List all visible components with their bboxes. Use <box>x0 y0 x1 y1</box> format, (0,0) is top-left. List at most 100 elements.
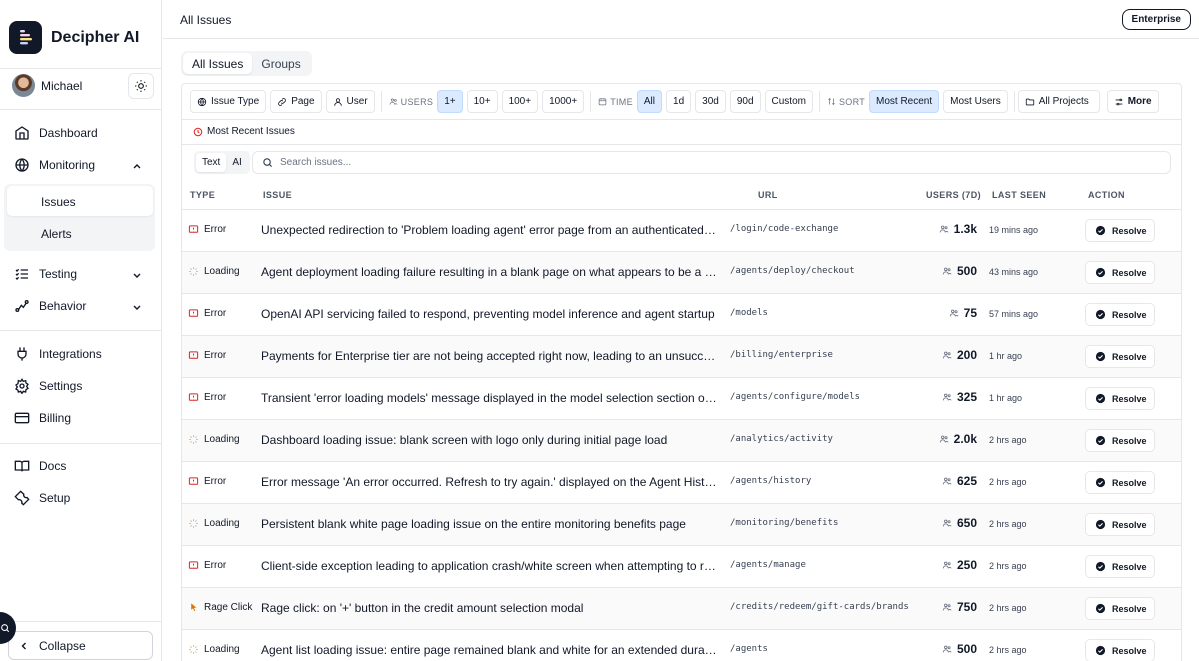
table-row[interactable]: Error Payments for Enterprise tier are no… <box>182 336 1181 378</box>
user-filter-button[interactable]: User <box>325 90 375 113</box>
chevron-down-icon[interactable] <box>132 302 142 312</box>
table-row[interactable]: Loading Agent list loading issue: entire … <box>182 630 1181 661</box>
search-box[interactable] <box>252 151 1171 174</box>
table-row[interactable]: Loading Dashboard loading issue: blank sc… <box>182 420 1181 462</box>
issue-title[interactable]: Payments for Enterprise tier are not bei… <box>261 349 717 363</box>
resolve-button[interactable]: Resolve <box>1085 345 1155 368</box>
nav-docs[interactable]: Docs <box>14 456 66 476</box>
chevron-up-icon[interactable] <box>132 161 142 171</box>
users-count: 250 <box>956 558 977 572</box>
issue-title[interactable]: Agent deployment loading failure resulti… <box>261 265 717 279</box>
tab-groups[interactable]: Groups <box>252 53 309 74</box>
card-icon <box>14 412 30 424</box>
resolve-button[interactable]: Resolve <box>1085 639 1155 661</box>
table-row[interactable]: Error Error message 'An error occurred. R… <box>182 462 1181 504</box>
plan-badge[interactable]: Enterprise <box>1121 9 1191 30</box>
resolve-button[interactable]: Resolve <box>1085 555 1155 578</box>
nav-monitoring[interactable]: Monitoring <box>14 155 95 175</box>
user-menu[interactable]: Michael <box>12 74 82 97</box>
issue-type-cell: Error <box>188 308 226 319</box>
time-option-all[interactable]: All <box>636 90 663 113</box>
table-row[interactable]: Loading Agent deployment loading failure … <box>182 252 1181 294</box>
gear-icon <box>15 378 29 394</box>
time-option-30d[interactable]: 30d <box>695 90 726 113</box>
nav-dashboard[interactable]: Dashboard <box>14 123 98 143</box>
issue-title[interactable]: Dashboard loading issue: blank screen wi… <box>261 433 717 447</box>
page-filter-button[interactable]: Page <box>270 90 322 113</box>
col-users-header[interactable]: USERS (7D) <box>926 190 981 200</box>
search-input[interactable] <box>280 157 1080 168</box>
issue-title[interactable]: Unexpected redirection to 'Problem loadi… <box>261 223 717 237</box>
chevron-down-icon[interactable] <box>132 270 142 280</box>
table-row[interactable]: Rage Click Rage click: on '+' button in t… <box>182 588 1181 630</box>
users-icon <box>942 603 952 611</box>
table-row[interactable]: Error Client-side exception leading to ap… <box>182 546 1181 588</box>
submenu-item-alerts[interactable]: Alerts <box>41 227 72 241</box>
users-option-10plus[interactable]: 10+ <box>466 90 498 113</box>
table-row[interactable]: Error OpenAI API servicing failed to resp… <box>182 294 1181 336</box>
col-issue-header[interactable]: ISSUE <box>263 190 292 200</box>
collapse-sidebar-button[interactable]: Collapse <box>8 631 153 660</box>
last-seen: 43 mins ago <box>989 267 1039 277</box>
users-icon <box>389 98 398 105</box>
table-row[interactable]: Error Transient 'error loading models' me… <box>182 378 1181 420</box>
table-row[interactable]: Error Unexpected redirection to 'Problem … <box>182 210 1181 252</box>
nav-setup[interactable]: Setup <box>14 488 70 508</box>
nav-billing[interactable]: Billing <box>14 408 71 428</box>
users-option-1000plus[interactable]: 1000+ <box>542 90 585 113</box>
tab-all-issues[interactable]: All Issues <box>183 53 253 74</box>
resolve-button[interactable]: Resolve <box>1085 597 1155 620</box>
col-last-seen-header[interactable]: LAST SEEN <box>992 190 1046 200</box>
check-circle-icon <box>1095 267 1106 278</box>
projects-label: All Projects <box>1038 96 1089 107</box>
projects-select[interactable]: All Projects <box>1017 90 1100 113</box>
nav-integrations[interactable]: Integrations <box>14 344 102 364</box>
theme-toggle-button[interactable] <box>128 73 154 99</box>
time-option-1d[interactable]: 1d <box>666 90 692 113</box>
time-option-custom[interactable]: Custom <box>764 90 813 113</box>
sort-icon <box>828 97 835 106</box>
collapse-label: Collapse <box>39 638 86 653</box>
last-seen: 1 hr ago <box>989 351 1023 361</box>
issue-type-filter-button[interactable]: Issue Type <box>190 90 267 113</box>
nav-settings[interactable]: Settings <box>14 376 82 396</box>
table-row[interactable]: Loading Persistent blank white page loadi… <box>182 504 1181 546</box>
search-mode-ai[interactable]: AI <box>226 153 247 172</box>
col-type-header[interactable]: TYPE <box>190 190 215 200</box>
users-icon <box>942 561 952 569</box>
submenu-item-issues[interactable]: Issues <box>41 195 76 209</box>
time-option-90d[interactable]: 90d <box>729 90 761 113</box>
search-mode-text[interactable]: Text <box>196 153 227 172</box>
nav-behavior[interactable]: Behavior <box>14 296 86 316</box>
issue-title[interactable]: Agent list loading issue: entire page re… <box>261 643 717 657</box>
users-option-100plus[interactable]: 100+ <box>501 90 539 113</box>
issue-type-label: Loading <box>204 434 240 445</box>
resolve-button[interactable]: Resolve <box>1085 471 1155 494</box>
col-url-header[interactable]: URL <box>758 190 778 200</box>
resolve-button[interactable]: Resolve <box>1085 387 1155 410</box>
users-count-cell: 75 <box>949 306 977 320</box>
sort-option-most-users[interactable]: Most Users <box>943 90 1008 113</box>
users-option-1plus[interactable]: 1+ <box>437 90 463 113</box>
resolve-button[interactable]: Resolve <box>1085 261 1155 284</box>
issue-title[interactable]: Transient 'error loading models' message… <box>261 391 717 405</box>
sort-option-most-recent[interactable]: Most Recent <box>869 90 940 113</box>
resolve-button[interactable]: Resolve <box>1085 429 1155 452</box>
search-icon <box>263 158 273 168</box>
nav-testing[interactable]: Testing <box>14 264 77 284</box>
brand[interactable]: Decipher AI <box>9 21 139 54</box>
resolve-button[interactable]: Resolve <box>1085 513 1155 536</box>
loading-spinner-icon <box>189 267 198 276</box>
user-icon <box>333 97 342 106</box>
section-title-text: Most Recent Issues <box>207 126 295 137</box>
issue-title[interactable]: Client-side exception leading to applica… <box>261 559 717 573</box>
issue-title[interactable]: Rage click: on '+' button in the credit … <box>261 601 717 615</box>
error-icon <box>188 225 199 233</box>
resolve-button[interactable]: Resolve <box>1085 219 1155 242</box>
sidebar: Decipher AI Michael Dashboard Monitoring… <box>0 0 162 661</box>
issue-title[interactable]: Persistent blank white page loading issu… <box>261 517 717 531</box>
issue-title[interactable]: OpenAI API servicing failed to respond, … <box>261 307 717 321</box>
issue-title[interactable]: Error message 'An error occurred. Refres… <box>261 475 717 489</box>
resolve-button[interactable]: Resolve <box>1085 303 1155 326</box>
more-filters-button[interactable]: More <box>1106 90 1159 113</box>
